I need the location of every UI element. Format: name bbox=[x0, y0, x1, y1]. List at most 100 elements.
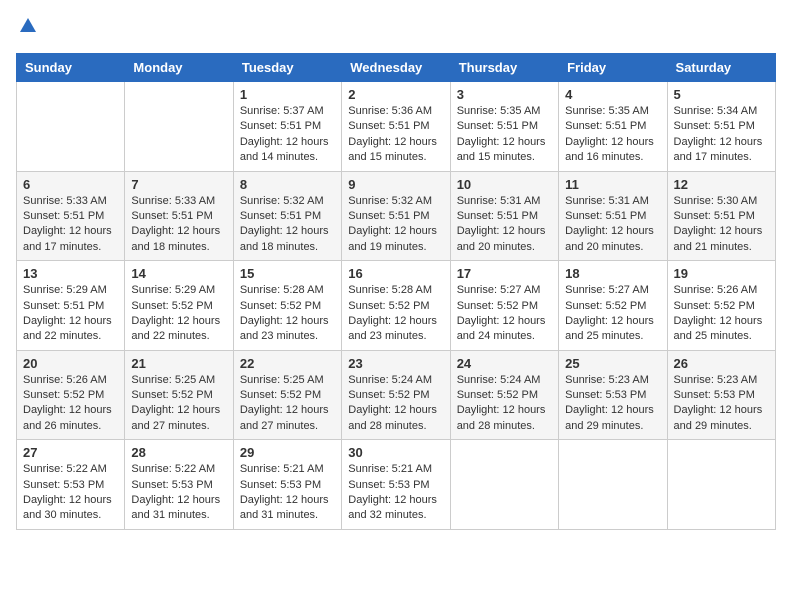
day-number: 21 bbox=[131, 356, 226, 371]
calendar-cell: 21Sunrise: 5:25 AM Sunset: 5:52 PM Dayli… bbox=[125, 350, 233, 440]
calendar-cell: 30Sunrise: 5:21 AM Sunset: 5:53 PM Dayli… bbox=[342, 440, 450, 530]
calendar-cell: 18 Sunrise: 5:27 AM Sunset: 5:52 PM Dayli… bbox=[559, 261, 667, 351]
day-number: 1 bbox=[240, 87, 335, 102]
calendar-cell: 9 Sunrise: 5:32 AM Sunset: 5:51 PM Daylig… bbox=[342, 171, 450, 261]
day-number: 11 bbox=[565, 177, 660, 192]
calendar-header-monday: Monday bbox=[125, 54, 233, 82]
day-info: Sunrise: 5:37 AM Sunset: 5:51 PM Dayligh… bbox=[240, 104, 335, 166]
day-info: Sunrise: 5:29 AM Sunset: 5:52 PM Dayligh… bbox=[131, 283, 226, 345]
day-number: 27 bbox=[23, 445, 118, 460]
day-number: 12 bbox=[674, 177, 769, 192]
day-number: 28 bbox=[131, 445, 226, 460]
day-number: 19 bbox=[674, 266, 769, 281]
day-number: 7 bbox=[131, 177, 226, 192]
calendar-week-4: 20Sunrise: 5:26 AM Sunset: 5:52 PM Dayli… bbox=[17, 350, 776, 440]
day-number: 18 bbox=[565, 266, 660, 281]
day-number: 22 bbox=[240, 356, 335, 371]
day-info: Sunrise: 5:35 AM Sunset: 5:51 PM Dayligh… bbox=[565, 104, 660, 166]
calendar-cell bbox=[559, 440, 667, 530]
day-info: Sunrise: 5:25 AM Sunset: 5:52 PM Dayligh… bbox=[240, 373, 335, 435]
calendar-cell: 28 Sunrise: 5:22 AM Sunset: 5:53 PM Dayli… bbox=[125, 440, 233, 530]
calendar-header-tuesday: Tuesday bbox=[233, 54, 341, 82]
day-info: Sunrise: 5:28 AM Sunset: 5:52 PM Dayligh… bbox=[348, 283, 443, 345]
day-info: Sunrise: 5:30 AM Sunset: 5:51 PM Dayligh… bbox=[674, 194, 769, 256]
day-info: Sunrise: 5:22 AM Sunset: 5:53 PM Dayligh… bbox=[131, 462, 226, 524]
calendar-cell: 22 Sunrise: 5:25 AM Sunset: 5:52 PM Dayli… bbox=[233, 350, 341, 440]
day-number: 4 bbox=[565, 87, 660, 102]
day-number: 26 bbox=[674, 356, 769, 371]
logo-icon bbox=[18, 16, 38, 36]
calendar-cell: 25Sunrise: 5:23 AM Sunset: 5:53 PM Dayli… bbox=[559, 350, 667, 440]
day-info: Sunrise: 5:26 AM Sunset: 5:52 PM Dayligh… bbox=[674, 283, 769, 345]
day-number: 24 bbox=[457, 356, 552, 371]
day-number: 16 bbox=[348, 266, 443, 281]
day-info: Sunrise: 5:36 AM Sunset: 5:51 PM Dayligh… bbox=[348, 104, 443, 166]
day-info: Sunrise: 5:32 AM Sunset: 5:51 PM Dayligh… bbox=[348, 194, 443, 256]
calendar-cell bbox=[450, 440, 558, 530]
calendar-cell: 23Sunrise: 5:24 AM Sunset: 5:52 PM Dayli… bbox=[342, 350, 450, 440]
day-info: Sunrise: 5:33 AM Sunset: 5:51 PM Dayligh… bbox=[23, 194, 118, 256]
calendar-cell: 2 Sunrise: 5:36 AM Sunset: 5:51 PM Daylig… bbox=[342, 82, 450, 172]
day-number: 2 bbox=[348, 87, 443, 102]
day-number: 13 bbox=[23, 266, 118, 281]
day-number: 17 bbox=[457, 266, 552, 281]
day-number: 30 bbox=[348, 445, 443, 460]
calendar-cell: 20Sunrise: 5:26 AM Sunset: 5:52 PM Dayli… bbox=[17, 350, 125, 440]
logo-text bbox=[16, 16, 38, 41]
calendar-week-1: 1 Sunrise: 5:37 AM Sunset: 5:51 PM Daylig… bbox=[17, 82, 776, 172]
day-info: Sunrise: 5:27 AM Sunset: 5:52 PM Dayligh… bbox=[457, 283, 552, 345]
logo bbox=[16, 16, 38, 41]
calendar-cell: 13 Sunrise: 5:29 AM Sunset: 5:51 PM Dayli… bbox=[17, 261, 125, 351]
calendar-cell: 5 Sunrise: 5:34 AM Sunset: 5:51 PM Daylig… bbox=[667, 82, 775, 172]
calendar-header-saturday: Saturday bbox=[667, 54, 775, 82]
calendar-cell: 11 Sunrise: 5:31 AM Sunset: 5:51 PM Dayli… bbox=[559, 171, 667, 261]
day-info: Sunrise: 5:27 AM Sunset: 5:52 PM Dayligh… bbox=[565, 283, 660, 345]
day-number: 8 bbox=[240, 177, 335, 192]
calendar-week-2: 6 Sunrise: 5:33 AM Sunset: 5:51 PM Daylig… bbox=[17, 171, 776, 261]
calendar-cell: 26 Sunrise: 5:23 AM Sunset: 5:53 PM Dayli… bbox=[667, 350, 775, 440]
calendar-cell: 7 Sunrise: 5:33 AM Sunset: 5:51 PM Daylig… bbox=[125, 171, 233, 261]
day-info: Sunrise: 5:32 AM Sunset: 5:51 PM Dayligh… bbox=[240, 194, 335, 256]
calendar-table: SundayMondayTuesdayWednesdayThursdayFrid… bbox=[16, 53, 776, 530]
calendar-cell: 1 Sunrise: 5:37 AM Sunset: 5:51 PM Daylig… bbox=[233, 82, 341, 172]
calendar-header-wednesday: Wednesday bbox=[342, 54, 450, 82]
day-info: Sunrise: 5:35 AM Sunset: 5:51 PM Dayligh… bbox=[457, 104, 552, 166]
day-info: Sunrise: 5:22 AM Sunset: 5:53 PM Dayligh… bbox=[23, 462, 118, 524]
calendar-header-thursday: Thursday bbox=[450, 54, 558, 82]
calendar-cell bbox=[125, 82, 233, 172]
calendar-header-friday: Friday bbox=[559, 54, 667, 82]
calendar-week-3: 13 Sunrise: 5:29 AM Sunset: 5:51 PM Dayli… bbox=[17, 261, 776, 351]
day-number: 25 bbox=[565, 356, 660, 371]
day-info: Sunrise: 5:31 AM Sunset: 5:51 PM Dayligh… bbox=[457, 194, 552, 256]
day-number: 10 bbox=[457, 177, 552, 192]
calendar-cell: 12 Sunrise: 5:30 AM Sunset: 5:51 PM Dayli… bbox=[667, 171, 775, 261]
calendar-cell: 15Sunrise: 5:28 AM Sunset: 5:52 PM Dayli… bbox=[233, 261, 341, 351]
calendar-cell: 27 Sunrise: 5:22 AM Sunset: 5:53 PM Dayli… bbox=[17, 440, 125, 530]
day-number: 9 bbox=[348, 177, 443, 192]
day-info: Sunrise: 5:29 AM Sunset: 5:51 PM Dayligh… bbox=[23, 283, 118, 345]
day-info: Sunrise: 5:31 AM Sunset: 5:51 PM Dayligh… bbox=[565, 194, 660, 256]
day-info: Sunrise: 5:24 AM Sunset: 5:52 PM Dayligh… bbox=[348, 373, 443, 435]
calendar-cell bbox=[17, 82, 125, 172]
day-number: 6 bbox=[23, 177, 118, 192]
day-info: Sunrise: 5:23 AM Sunset: 5:53 PM Dayligh… bbox=[674, 373, 769, 435]
day-number: 3 bbox=[457, 87, 552, 102]
day-number: 15 bbox=[240, 266, 335, 281]
calendar-cell: 17 Sunrise: 5:27 AM Sunset: 5:52 PM Dayli… bbox=[450, 261, 558, 351]
calendar-cell: 29 Sunrise: 5:21 AM Sunset: 5:53 PM Dayli… bbox=[233, 440, 341, 530]
day-info: Sunrise: 5:21 AM Sunset: 5:53 PM Dayligh… bbox=[240, 462, 335, 524]
day-number: 29 bbox=[240, 445, 335, 460]
day-number: 20 bbox=[23, 356, 118, 371]
day-info: Sunrise: 5:24 AM Sunset: 5:52 PM Dayligh… bbox=[457, 373, 552, 435]
calendar-cell: 24 Sunrise: 5:24 AM Sunset: 5:52 PM Dayli… bbox=[450, 350, 558, 440]
day-number: 5 bbox=[674, 87, 769, 102]
calendar-header-sunday: Sunday bbox=[17, 54, 125, 82]
calendar-cell: 14Sunrise: 5:29 AM Sunset: 5:52 PM Dayli… bbox=[125, 261, 233, 351]
calendar-cell: 10 Sunrise: 5:31 AM Sunset: 5:51 PM Dayli… bbox=[450, 171, 558, 261]
day-info: Sunrise: 5:34 AM Sunset: 5:51 PM Dayligh… bbox=[674, 104, 769, 166]
calendar-cell bbox=[667, 440, 775, 530]
page-header bbox=[16, 16, 776, 41]
calendar-cell: 8 Sunrise: 5:32 AM Sunset: 5:51 PM Daylig… bbox=[233, 171, 341, 261]
day-info: Sunrise: 5:33 AM Sunset: 5:51 PM Dayligh… bbox=[131, 194, 226, 256]
calendar-header-row: SundayMondayTuesdayWednesdayThursdayFrid… bbox=[17, 54, 776, 82]
